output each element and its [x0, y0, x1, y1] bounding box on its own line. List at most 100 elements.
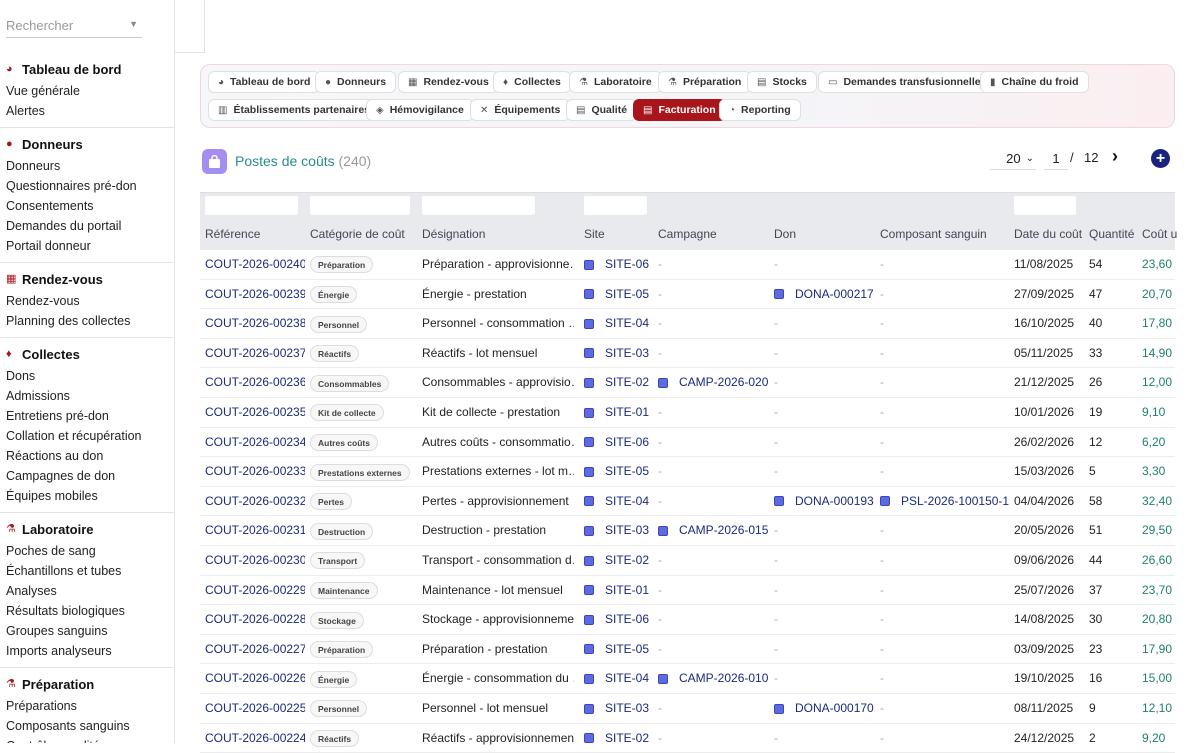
sidebar-item[interactable]: Dons [6, 366, 174, 386]
site-link[interactable]: SITE-01 [584, 576, 654, 605]
nav-tab[interactable]: ▤ Stocks [747, 71, 817, 93]
chevron-right-icon[interactable]: › [1112, 146, 1118, 167]
chevron-down-icon[interactable]: ▼ [129, 19, 138, 29]
table-row[interactable]: COUT-2026-00236 Consommables Consommables … [200, 368, 1175, 398]
reference-link[interactable]: COUT-2026-00235 [205, 398, 305, 427]
reference-link[interactable]: COUT-2026-00224 [205, 724, 305, 753]
site-link[interactable]: SITE-04 [584, 664, 654, 693]
sidebar-item[interactable]: Entretiens pré-don [6, 406, 174, 426]
table-row[interactable]: COUT-2026-00224 Réactifs Réactifs - approv… [200, 724, 1175, 753]
sidebar-item[interactable]: Admissions [6, 386, 174, 406]
table-row[interactable]: COUT-2026-00227 Préparation Préparation - … [200, 635, 1175, 665]
reference-link[interactable]: COUT-2026-00233 [205, 457, 305, 486]
search-input[interactable]: Rechercher ▼ [6, 18, 142, 38]
column-header[interactable]: Coût u [1142, 227, 1177, 241]
sidebar-item[interactable]: Demandes du portail [6, 216, 174, 236]
site-link[interactable]: SITE-01 [584, 398, 654, 427]
donation-link[interactable]: DONA-000193 [774, 487, 876, 516]
table-row[interactable]: COUT-2026-00235 Kit de collecte Kit de col… [200, 398, 1175, 428]
site-link[interactable]: SITE-02 [584, 368, 654, 397]
nav-tab[interactable]: ● Donneurs [315, 71, 397, 93]
nav-tab[interactable]: ◕ Tableau de bord [208, 71, 321, 93]
page-number-input[interactable]: 1 [1044, 148, 1068, 170]
campaign-link[interactable]: CAMP-2026-015 [658, 516, 770, 545]
table-row[interactable]: COUT-2026-00233 Prestations externes Prest… [200, 457, 1175, 487]
site-link[interactable]: SITE-04 [584, 487, 654, 516]
sidebar-section-title[interactable]: ⚗ Préparation [6, 675, 174, 693]
nav-tab[interactable]: ▦ Rendez-vous [398, 71, 499, 93]
sidebar-item[interactable]: Réactions au don [6, 446, 174, 466]
component-link[interactable]: PSL-2026-100150-1 [880, 487, 1010, 516]
sidebar-item[interactable]: Échantillons et tubes [6, 561, 174, 581]
sidebar-item[interactable]: Poches de sang [6, 541, 174, 561]
nav-tab[interactable]: ⚗ Laboratoire [569, 71, 662, 93]
reference-link[interactable]: COUT-2026-00226 [205, 664, 305, 693]
table-row[interactable]: COUT-2026-00229 Maintenance Maintenance - … [200, 576, 1175, 606]
table-row[interactable]: COUT-2026-00230 Transport Transport - cons… [200, 546, 1175, 576]
nav-tab[interactable]: ⚗ Préparation [658, 71, 752, 93]
reference-link[interactable]: COUT-2026-00234 [205, 428, 305, 457]
table-row[interactable]: COUT-2026-00240 Préparation Préparation - … [200, 250, 1175, 280]
column-header[interactable]: Date du coût [1014, 227, 1082, 241]
sidebar-section-title[interactable]: ⚗ Laboratoire [6, 520, 174, 538]
column-header[interactable]: Campagne [658, 227, 717, 241]
site-link[interactable]: SITE-03 [584, 339, 654, 368]
table-row[interactable]: COUT-2026-00232 Pertes Pertes - approvisio… [200, 487, 1175, 517]
sidebar-item[interactable]: Consentements [6, 196, 174, 216]
sidebar-item[interactable]: Groupes sanguins [6, 621, 174, 641]
filter-reference[interactable] [205, 196, 298, 215]
reference-link[interactable]: COUT-2026-00225 [205, 694, 305, 723]
sidebar-item[interactable]: Vue générale [6, 81, 174, 101]
site-link[interactable]: SITE-05 [584, 457, 654, 486]
reference-link[interactable]: COUT-2026-00236 [205, 368, 305, 397]
column-header[interactable]: Don [774, 227, 796, 241]
site-link[interactable]: SITE-03 [584, 694, 654, 723]
sidebar-item[interactable]: Campagnes de don [6, 466, 174, 486]
sidebar-section-title[interactable]: ▦ Rendez-vous [6, 270, 174, 288]
table-row[interactable]: COUT-2026-00231 Destruction Destruction - … [200, 516, 1175, 546]
nav-tab[interactable]: ◔ Reporting [719, 99, 801, 121]
donation-link[interactable]: DONA-000217 [774, 280, 876, 309]
site-link[interactable]: SITE-05 [584, 635, 654, 664]
reference-link[interactable]: COUT-2026-00231 [205, 516, 305, 545]
sidebar-item[interactable]: Imports analyseurs [6, 641, 174, 661]
page-size-select[interactable]: 20 ⌄ [990, 148, 1036, 170]
sidebar-item[interactable]: Planning des collectes [6, 311, 174, 331]
column-header[interactable]: Référence [205, 227, 260, 241]
filter-categorie[interactable] [310, 196, 410, 215]
filter-designation[interactable] [422, 196, 535, 215]
nav-tab[interactable]: ♦ Collectes [493, 71, 571, 93]
nav-tab[interactable]: ▤ Qualité [566, 99, 638, 121]
column-header[interactable]: Composant sanguin [880, 227, 987, 241]
site-link[interactable]: SITE-02 [584, 724, 654, 753]
sidebar-item[interactable]: Alertes [6, 101, 174, 121]
site-link[interactable]: SITE-05 [584, 280, 654, 309]
table-row[interactable]: COUT-2026-00238 Personnel Personnel - cons… [200, 309, 1175, 339]
sidebar-item[interactable]: Équipes mobiles [6, 486, 174, 506]
site-link[interactable]: SITE-06 [584, 250, 654, 279]
reference-link[interactable]: COUT-2026-00230 [205, 546, 305, 575]
nav-tab[interactable]: ▥ Établissements partenaires [208, 99, 381, 121]
column-header[interactable]: Quantité [1089, 227, 1134, 241]
reference-link[interactable]: COUT-2026-00232 [205, 487, 305, 516]
sidebar-item[interactable]: Portail donneur [6, 236, 174, 256]
table-row[interactable]: COUT-2026-00234 Autres coûts Autres coûts … [200, 428, 1175, 458]
nav-tab[interactable]: ◈ Hémovigilance [366, 99, 474, 121]
filter-site[interactable] [584, 196, 647, 215]
nav-tab[interactable]: ▭ Demandes transfusionnelles [818, 71, 997, 93]
sidebar-item[interactable]: Rendez-vous [6, 291, 174, 311]
column-header[interactable]: Site [584, 227, 605, 241]
sidebar-item[interactable]: Questionnaires pré-don [6, 176, 174, 196]
column-header[interactable]: Désignation [422, 227, 485, 241]
site-link[interactable]: SITE-06 [584, 428, 654, 457]
site-link[interactable]: SITE-04 [584, 309, 654, 338]
reference-link[interactable]: COUT-2026-00227 [205, 635, 305, 664]
site-link[interactable]: SITE-02 [584, 546, 654, 575]
sidebar-item[interactable]: Analyses [6, 581, 174, 601]
sidebar-item[interactable]: Composants sanguins [6, 716, 174, 736]
table-row[interactable]: COUT-2026-00226 Énergie Énergie - consomma… [200, 664, 1175, 694]
reference-link[interactable]: COUT-2026-00229 [205, 576, 305, 605]
reference-link[interactable]: COUT-2026-00240 [205, 250, 305, 279]
nav-tab[interactable]: ▤ Facturation [633, 99, 726, 121]
site-link[interactable]: SITE-03 [584, 516, 654, 545]
